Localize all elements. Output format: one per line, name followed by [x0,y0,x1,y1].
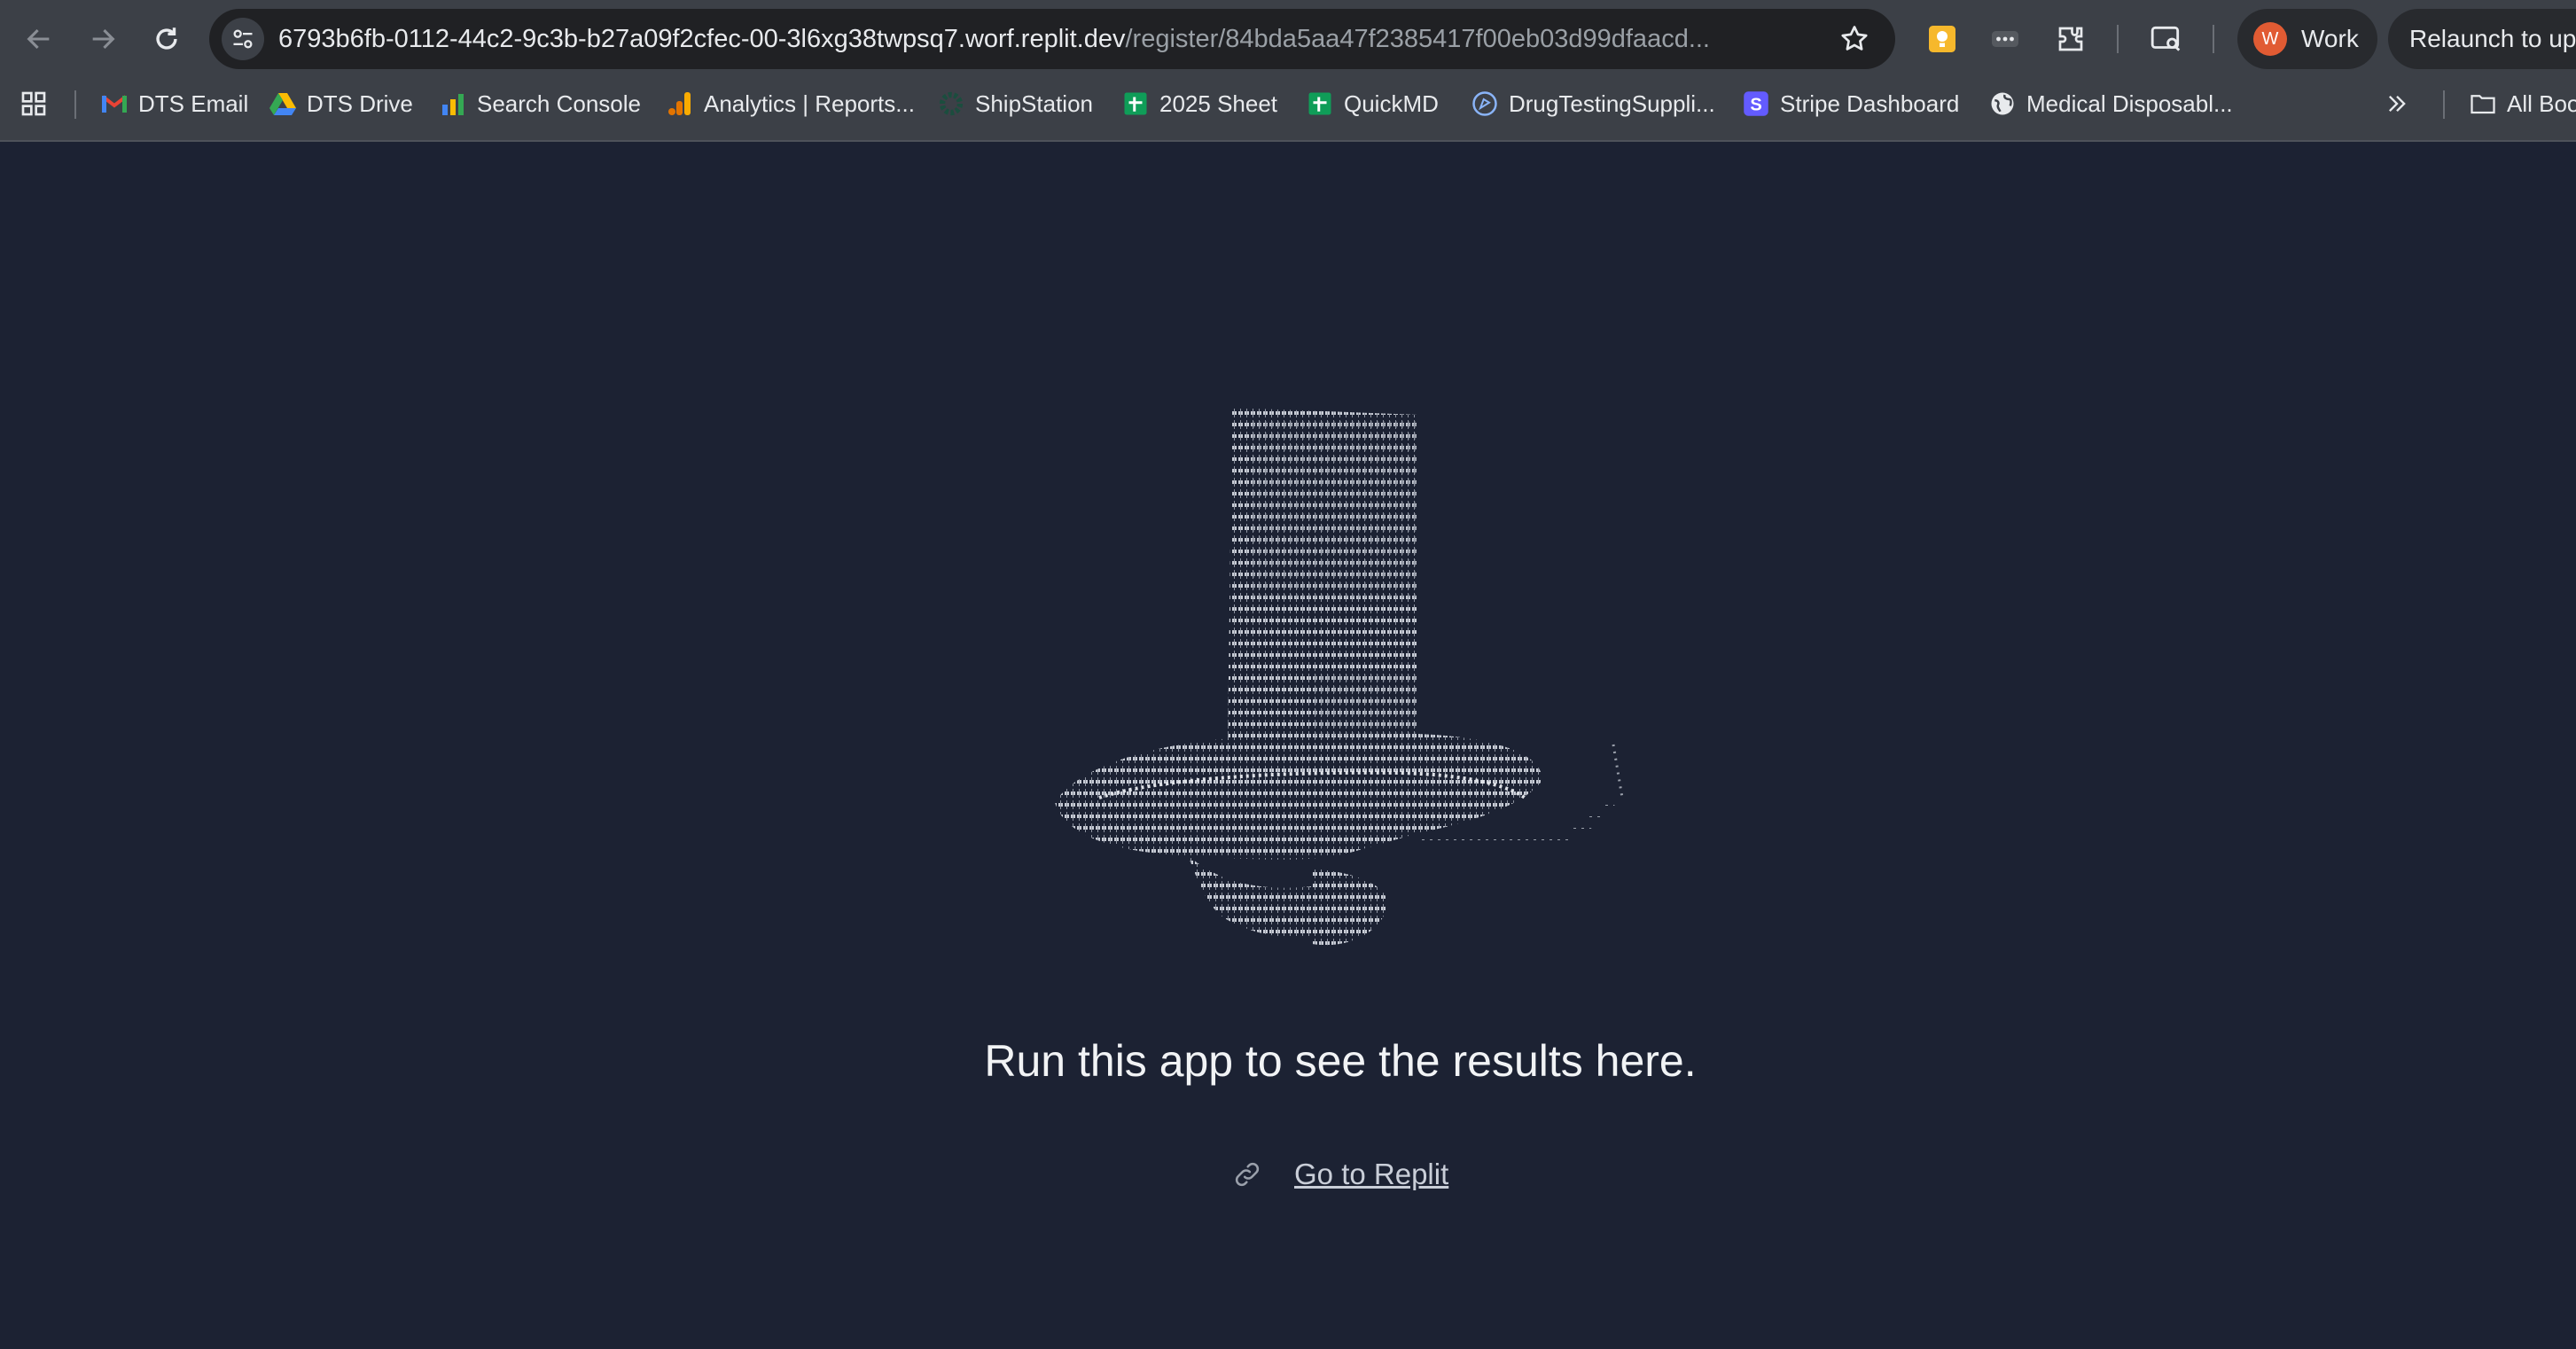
url-host: 6793b6fb-0112-44c2-9c3b-b27a09f2cfec-00-… [278,25,1126,53]
bookmark-label: DTS Email [138,90,249,117]
globe-icon [1989,90,2016,117]
bookmark-label: DrugTestingSuppli... [1509,90,1715,117]
bookmark-quickmd[interactable]: QuickMD [1307,78,1439,129]
more-bookmarks-button[interactable] [2385,78,2409,129]
bookmark-label: Stripe Dashboard [1780,90,1960,117]
bookmark-label: 2025 Sheet [1159,90,1278,117]
gmail-icon [101,90,128,117]
bookmark-analytics[interactable]: Analytics | Reports... [667,78,915,129]
url-path: /register/84bda5aa47f2385417f00eb03d99df… [1125,25,1710,53]
browser-toolbar: 6793b6fb-0112-44c2-9c3b-b27a09f2cfec-00-… [0,0,2576,78]
site-info-button[interactable] [222,18,264,60]
link-icon [1235,1162,1260,1187]
bookmark-label: ShipStation [975,90,1093,117]
svg-text:S: S [1750,96,1761,115]
bookmark-stripe-dashboard[interactable]: S Stripe Dashboard [1743,78,1959,129]
toolbar-divider [2213,25,2214,53]
reload-button[interactable] [140,12,193,66]
bookmark-search-console[interactable]: Search Console [440,78,641,129]
globe-icon [1471,90,1498,117]
arrow-right-icon [92,28,115,50]
bookmark-drugtestingsupplies[interactable]: DrugTestingSuppli... [1471,78,1715,129]
bookmark-shipstation[interactable]: ShipStation [938,78,1093,129]
analytics-icon [667,90,693,117]
stripe-icon: S [1743,90,1769,117]
gear-icon [938,90,964,117]
profile-button[interactable]: W Work [2237,9,2377,69]
search-console-icon [440,90,466,117]
bookmark-dts-drive[interactable]: DTS Drive [269,78,413,129]
relaunch-button[interactable]: Relaunch to upd [2388,9,2576,69]
go-to-replit-label: Go to Replit [1294,1158,1449,1190]
google-drive-icon [269,90,296,117]
page-content: Run this app to see the results here. Go… [0,142,2576,1349]
url-text[interactable]: 6793b6fb-0112-44c2-9c3b-b27a09f2cfec-00-… [278,9,1821,69]
avatar: W [2253,22,2287,56]
apps-grid-icon [21,91,46,116]
all-bookmarks-button[interactable]: All Boo [2470,78,2576,129]
toolbar-divider [2117,25,2119,53]
bookmark-label: DTS Drive [307,90,413,117]
sheets-icon [1307,90,1333,117]
all-bookmarks-label: All Boo [2507,90,2576,117]
forward-button[interactable] [76,12,129,66]
extension-more-icon[interactable] [1984,18,2026,60]
bookmarks-bar: DTS Email DTS Drive Search Console Analy… [0,78,2576,142]
extensions-puzzle-icon[interactable] [2049,18,2092,60]
run-app-message: Run this app to see the results here. [984,1036,1697,1086]
sheets-icon [1122,90,1149,117]
go-to-replit-link[interactable]: Go to Replit [1232,1148,1448,1201]
bookmark-star-icon[interactable] [1838,23,1870,55]
screen-search-icon[interactable] [2145,18,2188,60]
bookmarks-divider [2443,90,2445,119]
bookmark-label: QuickMD [1344,90,1439,117]
folder-icon [2470,90,2496,117]
replit-ascii-art-illustration [1055,408,1624,946]
chevron-double-right-icon [2389,96,2406,112]
profile-name: Work [2301,25,2359,52]
bookmark-label: Search Console [477,90,641,117]
back-button[interactable] [12,12,66,66]
extension-keep-icon[interactable] [1921,18,1963,60]
address-bar[interactable]: 6793b6fb-0112-44c2-9c3b-b27a09f2cfec-00-… [209,9,1895,69]
bookmark-label: Analytics | Reports... [704,90,915,117]
arrow-left-icon [27,28,50,50]
apps-button[interactable] [20,78,48,129]
tune-icon [233,29,253,49]
bookmark-label: Medical Disposabl... [2026,90,2233,117]
bookmark-medical-disposables[interactable]: Medical Disposabl... [1989,78,2233,129]
bookmark-dts-email[interactable]: DTS Email [101,78,248,129]
reload-icon [156,27,177,50]
bookmarks-divider [74,90,76,119]
relaunch-label: Relaunch to upd [2409,25,2576,52]
bookmark-2025-sheet[interactable]: 2025 Sheet [1122,78,1277,129]
